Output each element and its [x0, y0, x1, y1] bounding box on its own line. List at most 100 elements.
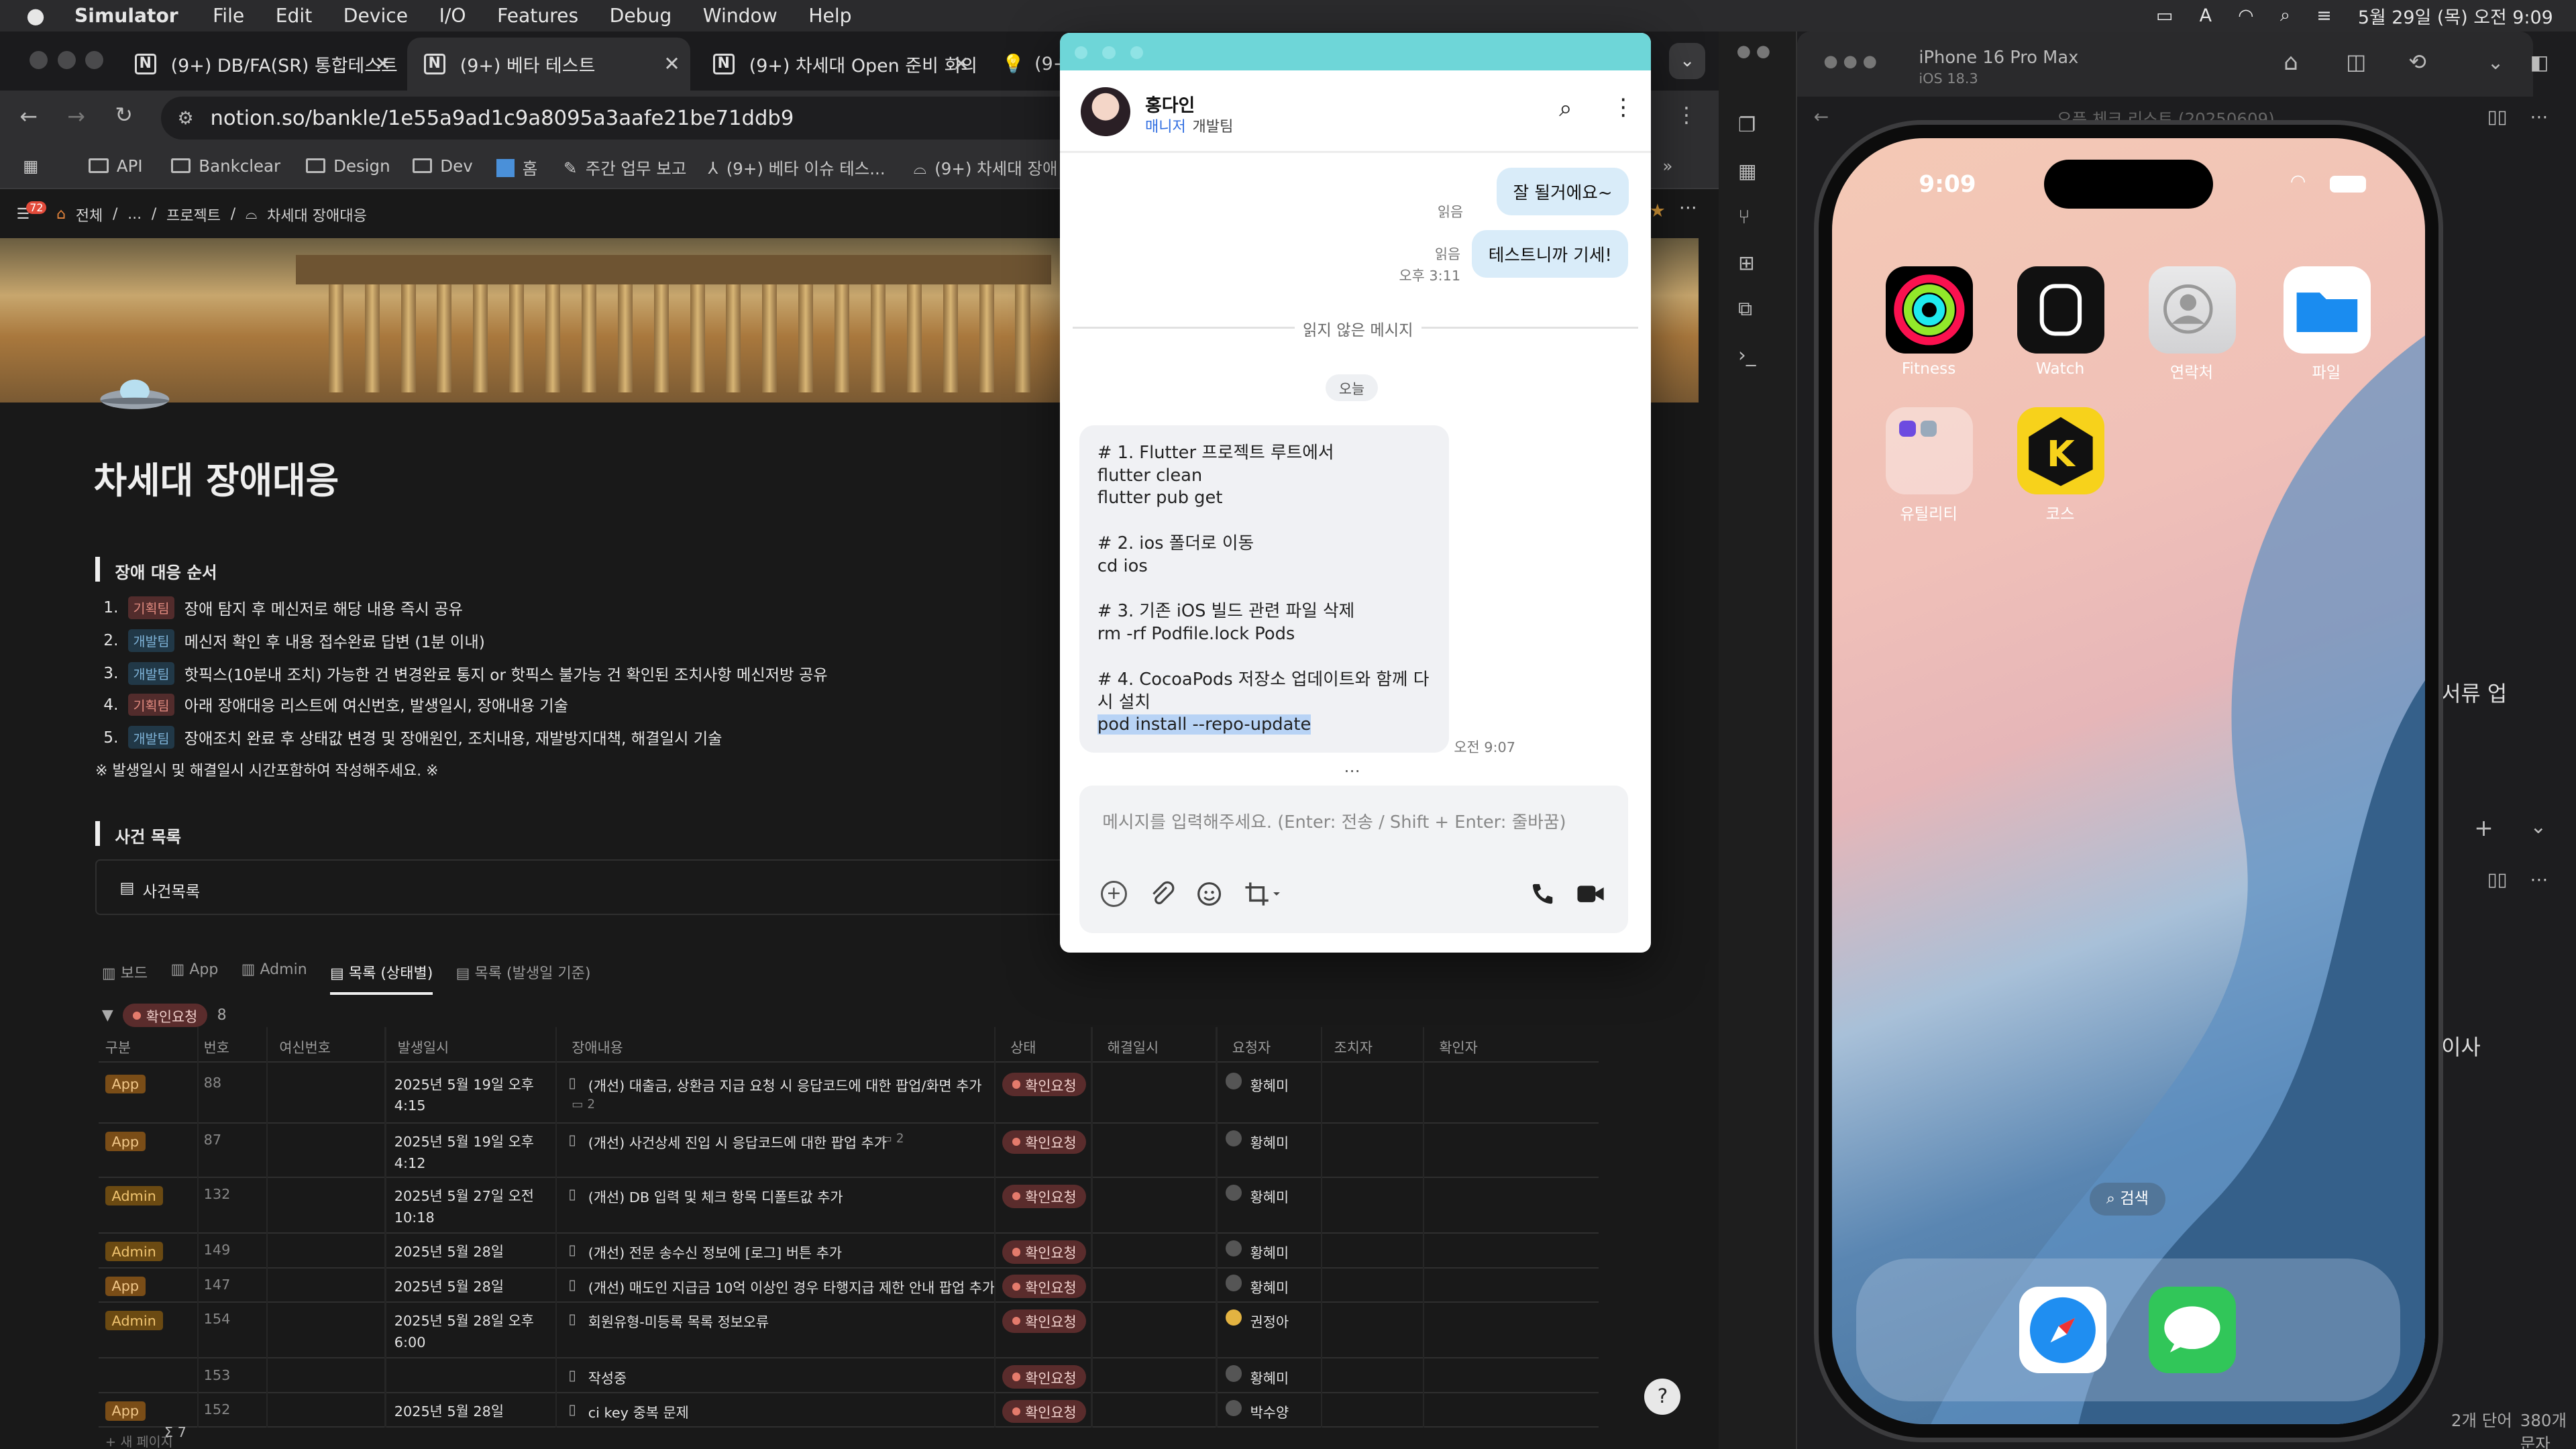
- reading-view-icon[interactable]: ▯▯: [2487, 869, 2508, 890]
- section-heading[interactable]: 장애 대응 순서: [115, 560, 217, 584]
- list-item[interactable]: 3. 개발팀 핫픽스(10분내 조치) 가능한 건 변경완료 통지 or 핫픽스 불…: [103, 661, 828, 685]
- kos-app-icon[interactable]: K: [2017, 407, 2105, 495]
- rotate-icon[interactable]: ⟲: [2408, 49, 2426, 74]
- page-title[interactable]: 차세대 장애대응: [94, 451, 339, 504]
- close-tab-icon[interactable]: ✕: [663, 52, 680, 75]
- watch-app-icon[interactable]: [2017, 266, 2105, 354]
- phone-icon[interactable]: [1529, 881, 1556, 907]
- menu-help[interactable]: Help: [808, 5, 851, 27]
- chat-minimize-button[interactable]: [1102, 46, 1116, 60]
- col-header[interactable]: 확인자: [1439, 1036, 1477, 1057]
- search-icon[interactable]: ⌕: [1559, 95, 1572, 122]
- group-header[interactable]: ▼ 확인요청 8: [102, 1004, 227, 1028]
- messages-app-icon[interactable]: [2149, 1286, 2237, 1374]
- col-header[interactable]: 상태: [1010, 1036, 1036, 1057]
- browser-tab[interactable]: N (9+) 차세대 Open 준비 회의 ✕: [696, 38, 979, 90]
- issue-title[interactable]: (개선) 대출금, 상환금 지급 요청 시 응답코드에 대한 팝업/화면 추가: [588, 1075, 982, 1095]
- grid-icon[interactable]: ⊞: [1738, 252, 1755, 274]
- graph-icon[interactable]: ⑂: [1738, 205, 1750, 228]
- tab-app[interactable]: ▥ App: [170, 961, 218, 996]
- bookmark-link[interactable]: 홈: [496, 156, 537, 180]
- tab-admin[interactable]: ▥ Admin: [241, 961, 307, 996]
- issue-title[interactable]: (개선) 전문 송수신 정보에 [로그] 버튼 추가: [588, 1242, 842, 1262]
- menu-debug[interactable]: Debug: [610, 5, 672, 27]
- menu-file[interactable]: File: [213, 5, 244, 27]
- contacts-app-icon[interactable]: [2149, 266, 2237, 354]
- more-menu-icon[interactable]: ⋮: [1676, 102, 1697, 127]
- home-search-button[interactable]: ⌕ 검색: [2090, 1183, 2165, 1216]
- close-window-button[interactable]: [30, 50, 48, 69]
- status-pill[interactable]: 확인요청: [1002, 1275, 1087, 1299]
- breadcrumb-item[interactable]: 프로젝트: [166, 204, 221, 225]
- col-header[interactable]: 장애내용: [572, 1036, 623, 1057]
- zoom-window-button[interactable]: [85, 50, 104, 69]
- table-row[interactable]: App 152 2025년 5월 28일 ▯ ci key 중복 문제 확인요청 박수양: [98, 1393, 1599, 1428]
- reading-view-icon[interactable]: ▯▯: [2487, 107, 2508, 127]
- tab-search-button[interactable]: ⌄: [1669, 42, 1706, 79]
- window-controls[interactable]: ● ●: [1737, 41, 1770, 60]
- list-item[interactable]: 5. 개발팀 장애조치 완료 후 상태값 변경 및 장애원인, 조치내용, 재발방지…: [103, 726, 722, 749]
- menu-app-name[interactable]: Simulator: [74, 5, 178, 27]
- col-header[interactable]: 번호: [204, 1036, 229, 1057]
- browser-tab[interactable]: 💡 (9+: [985, 38, 1068, 90]
- calendar-icon[interactable]: ▦: [1738, 160, 1757, 182]
- sim-window-controls[interactable]: ● ● ●: [1823, 51, 1877, 70]
- chevron-down-icon[interactable]: ⌄: [2487, 51, 2504, 74]
- table-row[interactable]: App 88 2025년 5월 19일 오후 4:15 ▯ (개선) 대출금, 상환금 …: [98, 1066, 1599, 1124]
- issue-title[interactable]: ci key 중복 문제: [588, 1401, 689, 1421]
- menu-edit[interactable]: Edit: [276, 5, 313, 27]
- fitness-app-icon[interactable]: [1886, 266, 1974, 354]
- collapse-triangle-icon[interactable]: ▼: [102, 1007, 113, 1024]
- apps-grid-icon[interactable]: ▦: [23, 156, 38, 176]
- bookmark-folder[interactable]: API: [89, 156, 143, 176]
- bookmark-folder[interactable]: Bankclear: [170, 156, 280, 176]
- utilities-folder-icon[interactable]: [1886, 407, 1974, 495]
- col-header[interactable]: 해결일시: [1108, 1036, 1159, 1057]
- apple-icon[interactable]: ●: [26, 3, 45, 28]
- issue-title[interactable]: (개선) DB 입력 및 체크 항목 디폴트값 추가: [588, 1186, 843, 1206]
- add-icon[interactable]: +: [1100, 880, 1127, 907]
- avatar[interactable]: [1081, 87, 1130, 137]
- files-app-icon[interactable]: [2284, 266, 2371, 354]
- safari-app-icon[interactable]: [2019, 1286, 2106, 1374]
- forward-icon[interactable]: →: [67, 103, 85, 129]
- list-item[interactable]: 1. 기획팀 장애 탐지 후 메신저로 해당 내용 즉시 공유: [103, 596, 463, 619]
- status-pill[interactable]: 확인요청: [1002, 1073, 1087, 1097]
- linked-database-block[interactable]: ▤ 사건목록: [95, 859, 1065, 916]
- more-bookmarks-icon[interactable]: »: [1662, 156, 1672, 176]
- video-call-icon[interactable]: [1576, 881, 1605, 907]
- issue-title[interactable]: (개선) 사건상세 진입 시 응답코드에 대한 팝업 추가: [588, 1132, 887, 1152]
- status-pill[interactable]: 확인요청: [1002, 1399, 1087, 1424]
- back-icon[interactable]: ←: [19, 103, 38, 129]
- table-row[interactable]: App 87 2025년 5월 19일 오후 4:12 ▯ (개선) 사건상세 진입 시…: [98, 1124, 1599, 1178]
- screenshot-icon[interactable]: ◫: [2346, 49, 2366, 74]
- bookmark-link[interactable]: ✎ 주간 업무 보고: [564, 156, 686, 180]
- issue-title[interactable]: 작성중: [588, 1367, 627, 1387]
- list-item[interactable]: 2. 개발팀 메신저 확인 후 내용 접수완료 답변 (1분 이내): [103, 629, 485, 652]
- table-row[interactable]: 153 ▯ 작성중 확인요청 황혜미: [98, 1358, 1599, 1393]
- tab-board[interactable]: ▥ 보드: [102, 961, 148, 996]
- browser-tab-active[interactable]: N (9+) 베타 테스트 ✕: [407, 38, 690, 91]
- col-header[interactable]: 구분: [105, 1036, 131, 1057]
- ufo-page-icon[interactable]: [99, 373, 171, 416]
- close-tab-icon[interactable]: ✕: [953, 52, 969, 75]
- bookmark-link[interactable]: ⌓ (9+) 차세대 장애: [914, 156, 1058, 180]
- more-vertical-icon[interactable]: ⋮: [1611, 94, 1634, 121]
- status-pill[interactable]: 확인요청: [1002, 1240, 1087, 1264]
- input-source-icon[interactable]: A: [2200, 5, 2212, 26]
- reload-icon[interactable]: ↻: [115, 102, 133, 127]
- chevron-down-icon[interactable]: ⌄: [2530, 815, 2546, 838]
- help-button[interactable]: ?: [1644, 1378, 1681, 1415]
- status-pill[interactable]: 확인요청: [1002, 1309, 1087, 1333]
- col-header[interactable]: 발생일시: [398, 1036, 449, 1057]
- message-input[interactable]: 메시지를 입력해주세요. (Enter: 전송 / Shift + Enter:…: [1079, 785, 1628, 934]
- close-tab-icon[interactable]: ✕: [374, 52, 391, 75]
- copy-icon[interactable]: ⧉: [1738, 297, 1752, 321]
- menu-device[interactable]: Device: [343, 5, 408, 27]
- table-row[interactable]: Admin 154 2025년 5월 28일 오후 6:00 ▯ 회원유형-미등록 목록…: [98, 1303, 1599, 1359]
- message-bubble-outgoing[interactable]: 테스트니까 기세!: [1472, 229, 1629, 278]
- table-row[interactable]: Admin 149 2025년 5월 28일 ▯ (개선) 전문 송수신 정보에 [로그…: [98, 1234, 1599, 1269]
- bookmark-link[interactable]: ⅄ (9+) 베타 이슈 테스...: [708, 156, 885, 180]
- emoji-icon[interactable]: [1196, 881, 1222, 907]
- message-bubble-incoming[interactable]: # 1. Flutter 프로젝트 루트에서 flutter clean flu…: [1079, 425, 1449, 753]
